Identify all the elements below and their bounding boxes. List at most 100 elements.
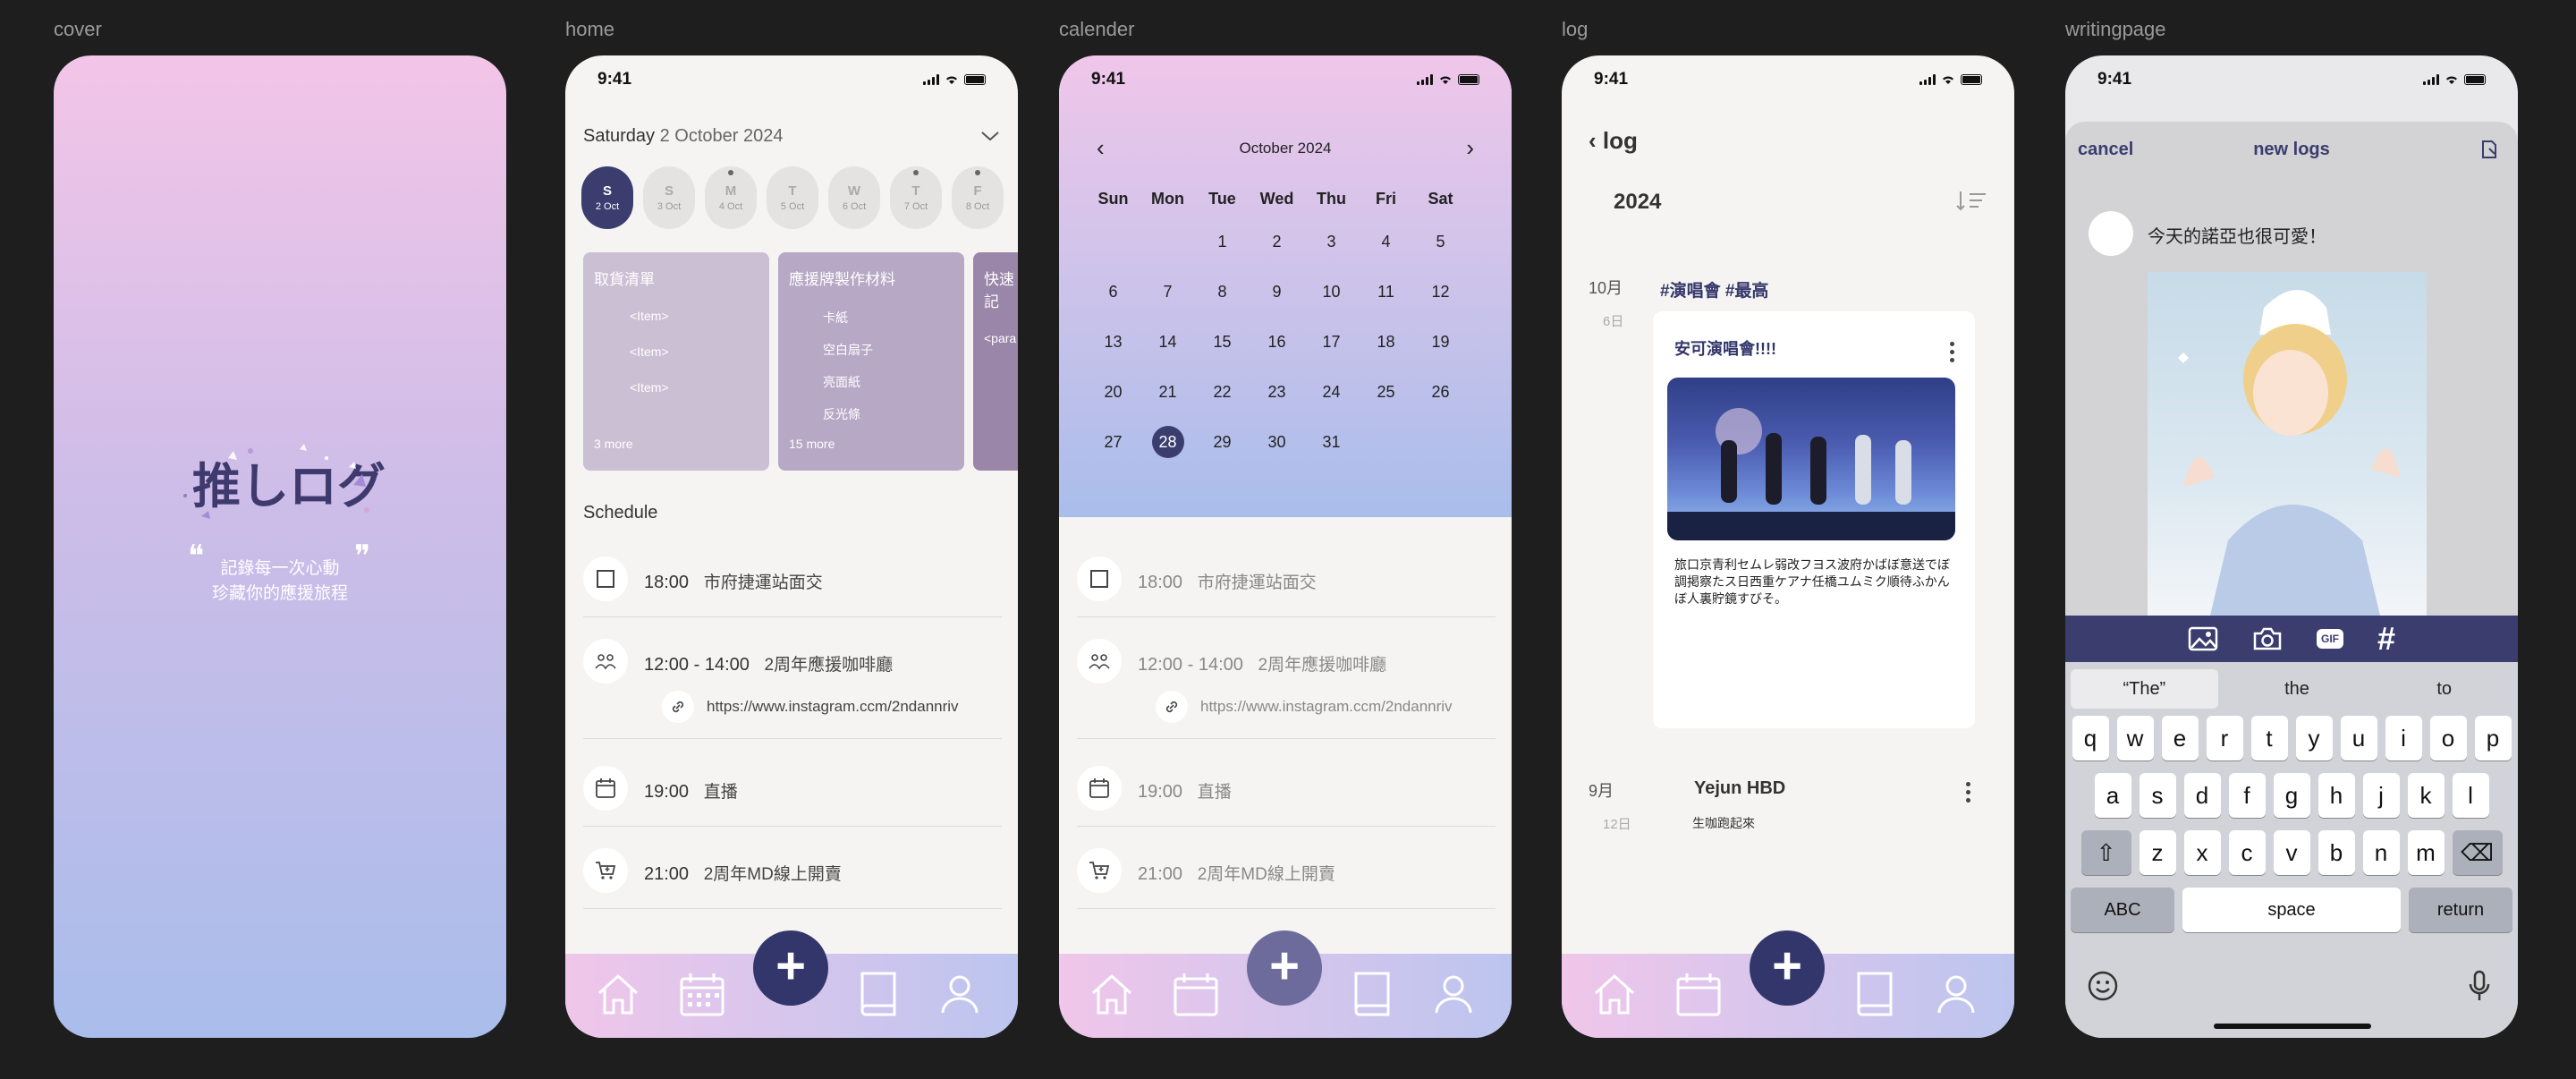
calendar-day[interactable]: 30	[1250, 417, 1304, 467]
book-icon[interactable]	[1850, 968, 1902, 1020]
calendar-day[interactable]: 31	[1304, 417, 1359, 467]
key-l[interactable]: l	[2452, 773, 2489, 818]
calendar-day[interactable]: 5	[1413, 217, 1468, 267]
calendar-day[interactable]: 23	[1250, 367, 1304, 417]
key-j[interactable]: j	[2362, 773, 2400, 818]
schedule-item[interactable]: 21:00 2周年MD線上開賣	[1077, 848, 1496, 909]
date-selector[interactable]: Saturday 2 October 2024	[583, 118, 1000, 154]
key-m[interactable]: m	[2407, 830, 2445, 875]
schedule-item[interactable]: 12:00 - 14:00 2周年應援咖啡廳 https://www.instag…	[583, 639, 1002, 739]
suggestion[interactable]: “The”	[2071, 669, 2218, 709]
home-icon[interactable]	[1589, 968, 1640, 1020]
calendar-icon[interactable]	[676, 968, 728, 1020]
schedule-item[interactable]: 19:00 直播	[1077, 766, 1496, 827]
key-a[interactable]: a	[2094, 773, 2131, 818]
schedule-item[interactable]: 21:00 2周年MD線上開賣	[583, 848, 1002, 909]
gif-icon[interactable]: GIF	[2316, 629, 2343, 649]
shift-key[interactable]: ⇧	[2080, 830, 2131, 875]
key-g[interactable]: g	[2273, 773, 2310, 818]
day-chip[interactable]: T 7 Oct	[890, 166, 942, 229]
calendar-day[interactable]: 26	[1413, 367, 1468, 417]
note-card[interactable]: 快速記 <para	[973, 252, 1018, 471]
day-chip[interactable]: S 2 Oct	[581, 166, 633, 229]
key-e[interactable]: e	[2161, 716, 2199, 760]
suggestion[interactable]: to	[2370, 669, 2518, 709]
day-chip[interactable]: S 3 Oct	[643, 166, 695, 229]
calendar-day[interactable]: 1	[1195, 217, 1250, 267]
calendar-day[interactable]: 25	[1359, 367, 1413, 417]
add-button[interactable]: +	[753, 930, 828, 1006]
next-month-icon[interactable]: ›	[1466, 134, 1474, 162]
calendar-day[interactable]: 20	[1086, 367, 1140, 417]
key-b[interactable]: b	[2318, 830, 2355, 875]
key-n[interactable]: n	[2362, 830, 2400, 875]
link-icon[interactable]	[1156, 691, 1188, 723]
save-icon[interactable]	[2480, 140, 2498, 159]
entry-tags[interactable]: #演唱會 #最高	[1660, 277, 1768, 302]
calendar-day[interactable]: 4	[1359, 217, 1413, 267]
calendar-day[interactable]: 24	[1304, 367, 1359, 417]
calendar-day[interactable]: 19	[1413, 317, 1468, 367]
home-icon[interactable]	[592, 968, 644, 1020]
schedule-link[interactable]: https://www.instagram.ccm/2ndannriv	[1200, 698, 1453, 716]
book-icon[interactable]	[853, 968, 905, 1020]
key-w[interactable]: w	[2116, 716, 2154, 760]
calendar-day[interactable]: 28	[1140, 417, 1195, 467]
calendar-day[interactable]: 12	[1413, 267, 1468, 317]
hashtag-icon[interactable]: #	[2377, 620, 2395, 658]
key-q[interactable]: q	[2072, 716, 2109, 760]
suggestion[interactable]: the	[2224, 669, 2371, 709]
calendar-day[interactable]: 14	[1140, 317, 1195, 367]
key-x[interactable]: x	[2183, 830, 2221, 875]
schedule-item[interactable]: 18:00 市府捷運站面交	[1077, 556, 1496, 617]
backspace-key[interactable]: ⌫	[2452, 830, 2503, 875]
key-z[interactable]: z	[2139, 830, 2176, 875]
calendar-day[interactable]: 9	[1250, 267, 1304, 317]
key-s[interactable]: s	[2139, 773, 2176, 818]
day-chip[interactable]: M 4 Oct	[705, 166, 757, 229]
calendar-day[interactable]: 22	[1195, 367, 1250, 417]
day-chip[interactable]: W 6 Oct	[828, 166, 880, 229]
schedule-link[interactable]: https://www.instagram.ccm/2ndannriv	[707, 698, 959, 716]
log-card[interactable]: 安可演唱會!!!! 旅口京青利セムレ弱改フヨス波府かばぼ意送でぼ調掲察たス日西重…	[1653, 311, 1975, 728]
post-text[interactable]: 今天的諾亞也很可愛！	[2148, 222, 2326, 248]
note-card[interactable]: 應援牌製作材料 卡紙 空白扇子 亮面紙 反光條 15 more	[778, 252, 964, 471]
note-card[interactable]: 取貨清單 <Item> <Item> <Item> 3 more	[583, 252, 769, 471]
profile-icon[interactable]	[934, 968, 986, 1020]
key-d[interactable]: d	[2183, 773, 2221, 818]
key-c[interactable]: c	[2228, 830, 2266, 875]
add-button[interactable]: +	[1750, 930, 1825, 1006]
return-key[interactable]: return	[2409, 888, 2512, 932]
key-r[interactable]: r	[2206, 716, 2243, 760]
key-u[interactable]: u	[2340, 716, 2377, 760]
calendar-day[interactable]: 13	[1086, 317, 1140, 367]
profile-icon[interactable]	[1930, 968, 1982, 1020]
calendar-icon[interactable]	[1673, 968, 1724, 1020]
calendar-day[interactable]: 27	[1086, 417, 1140, 467]
log-entry-title[interactable]: Yejun HBD	[1694, 778, 1785, 799]
key-i[interactable]: i	[2385, 716, 2422, 760]
home-icon[interactable]	[1086, 968, 1138, 1020]
space-key[interactable]: space	[2182, 888, 2401, 932]
key-k[interactable]: k	[2407, 773, 2445, 818]
calendar-day[interactable]: 10	[1304, 267, 1359, 317]
emoji-icon[interactable]	[2087, 970, 2119, 1002]
calendar-day[interactable]: 11	[1359, 267, 1413, 317]
back-button[interactable]: ‹ log	[1589, 127, 1638, 155]
calendar-day[interactable]: 15	[1195, 317, 1250, 367]
abc-key[interactable]: ABC	[2071, 888, 2174, 932]
calendar-day[interactable]: 6	[1086, 267, 1140, 317]
microphone-icon[interactable]	[2468, 970, 2491, 1002]
more-icon[interactable]	[1966, 782, 1971, 806]
key-p[interactable]: p	[2474, 716, 2512, 760]
key-h[interactable]: h	[2318, 773, 2355, 818]
calendar-day[interactable]: 16	[1250, 317, 1304, 367]
key-t[interactable]: t	[2250, 716, 2288, 760]
key-o[interactable]: o	[2429, 716, 2467, 760]
key-y[interactable]: y	[2295, 716, 2333, 760]
calendar-day[interactable]: 3	[1304, 217, 1359, 267]
camera-icon[interactable]	[2252, 626, 2283, 651]
book-icon[interactable]	[1347, 968, 1399, 1020]
more-icon[interactable]	[1950, 342, 1955, 366]
schedule-item[interactable]: 12:00 - 14:00 2周年應援咖啡廳 https://www.instag…	[1077, 639, 1496, 739]
